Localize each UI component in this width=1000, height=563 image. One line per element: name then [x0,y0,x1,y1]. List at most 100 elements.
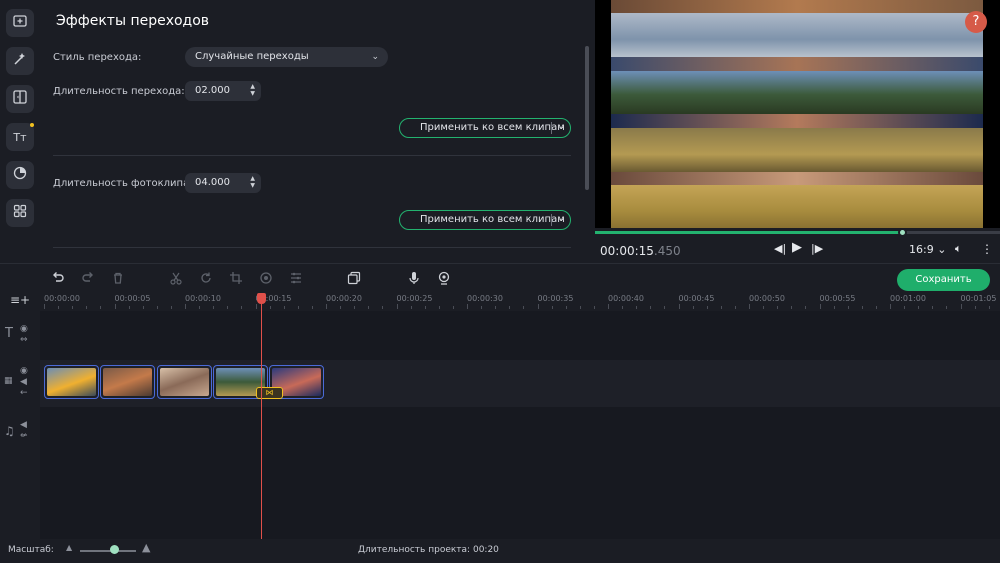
ruler-tick [283,306,285,309]
ruler-tick [974,306,976,309]
volume-button[interactable]: 🔈︎ [955,242,962,256]
link-off-icon: ⇍ [20,431,28,441]
ruler-tick [509,306,511,309]
ruler-tick [622,306,624,309]
apply-all-label: Применить ко всем клипам [420,122,565,133]
preview-strip [611,13,983,57]
link-toggle[interactable]: ← [20,388,28,398]
divider [551,214,552,226]
transitions-button[interactable] [6,85,34,113]
aspect-ratio-value: 16:9 [909,243,934,256]
ruler-tick [988,306,990,309]
color-icon [259,270,273,289]
magic-button[interactable] [6,47,34,75]
zoom-slider-handle[interactable] [109,545,119,554]
audio-track-icon: ♫ [4,424,15,438]
chevron-down-icon[interactable]: ⌄ [557,119,565,136]
project-duration: Длительность проекта: 00:20 [358,545,499,555]
panel-scrollbar[interactable] [585,46,589,190]
transition-settings-panel: Эффекты переходов Стиль перехода: Случай… [40,0,595,263]
titles-button[interactable]: Tт [6,123,34,151]
play-button[interactable]: ▶ [792,240,802,255]
crop-button[interactable] [228,271,244,287]
mute-toggle[interactable]: ◀ [20,377,27,387]
webcam-button[interactable] [436,271,452,287]
playhead-handle[interactable] [257,293,266,304]
delete-button[interactable] [110,271,126,287]
link-toggle[interactable]: ⇍ [20,431,28,441]
webcam-icon [437,270,451,289]
save-button[interactable]: Сохранить [897,269,990,291]
filters-button[interactable] [6,161,34,189]
ruler-tick [72,306,74,309]
transition-duration-stepper[interactable]: 02.000 ▲ ▼ [185,81,261,101]
mute-toggle[interactable]: ◀ [20,420,27,430]
more-options-button[interactable]: ⋮ [981,242,993,256]
ruler-label: 00:00:05 [114,294,151,303]
status-bar: Масштаб: ▲ ▲ Длительность проекта: 00:20 [0,539,1000,563]
ruler-tick [185,304,186,309]
video-clip[interactable] [100,365,155,399]
help-button[interactable]: ? [965,11,987,33]
ruler-label: 00:00:55 [819,294,856,303]
preview-strip [611,172,983,185]
divider [551,122,552,134]
video-preview[interactable]: ? [595,0,1000,228]
seek-bar-progress [595,231,903,234]
ruler-tick [100,306,102,309]
ruler-tick [199,306,201,309]
transition-style-select[interactable]: Случайные переходы ⌄ [185,47,388,67]
visibility-toggle[interactable]: ◉ [20,324,28,334]
panel-title: Эффекты переходов [56,13,210,29]
microphone-icon [407,270,421,289]
clip-properties-button[interactable] [346,271,362,287]
preview-strip [611,57,983,71]
ruler-tick [452,306,454,309]
color-button[interactable] [258,271,274,287]
add-track-button[interactable]: ≡+ [10,293,30,307]
photo-duration-value: 04.000 [195,177,230,188]
record-audio-button[interactable] [406,271,422,287]
apply-all-button-2[interactable]: Применить ко всем клипам ⌄ [399,210,571,230]
adjust-button[interactable] [288,271,304,287]
visibility-toggle[interactable]: ◉ [20,366,28,376]
undo-button[interactable] [50,271,66,287]
ruler-tick [438,306,440,309]
ruler-tick [255,304,257,309]
zoom-out-icon[interactable]: ▲ [66,543,72,552]
rotate-button[interactable] [198,271,214,287]
more-tools-button[interactable] [6,199,34,227]
previous-frame-button[interactable]: ◀| [774,242,786,255]
photo-duration-stepper[interactable]: 04.000 ▲ ▼ [185,173,261,193]
import-button[interactable] [6,9,34,37]
video-clip[interactable] [157,365,212,399]
ruler-tick [368,306,370,309]
ruler-tick [523,306,525,309]
stepper-arrows-icon[interactable]: ▲ ▼ [250,83,255,97]
timeline-ruler[interactable]: 00:00:00 00:00:05 00:00:10 00:00:15 00:00:20… [40,293,1000,311]
ruler-label: 00:00:50 [749,294,785,303]
chevron-down-icon: ⌄ [371,52,379,62]
aspect-ratio-select[interactable]: 16:9 ⌄ [909,243,946,256]
ruler-tick [128,306,130,309]
zoom-in-icon[interactable]: ▲ [142,541,150,554]
redo-button[interactable] [80,271,96,287]
next-frame-button[interactable]: |▶ [811,242,823,255]
tool-rail: Tт [0,0,40,263]
chevron-down-icon[interactable]: ⌄ [557,211,565,228]
stepper-arrows-icon[interactable]: ▲ ▼ [250,175,255,189]
zoom-slider[interactable] [80,550,136,552]
timecode-ms: .450 [653,244,681,258]
seek-handle[interactable] [897,228,907,237]
transition-duration-value: 02.000 [195,85,230,96]
link-toggle[interactable]: ⇔ [20,335,28,345]
ruler-tick [593,306,595,309]
transitions-icon [12,89,28,109]
zoom-label: Масштаб: [8,545,54,555]
video-clip[interactable] [44,365,99,399]
apply-all-button-1[interactable]: Применить ко всем клипам ⌄ [399,118,571,138]
more-tools-icon [12,203,28,223]
text-track[interactable] [40,311,1000,360]
skip-forward-icon: |▶ [811,242,824,255]
cut-button[interactable] [168,271,184,287]
